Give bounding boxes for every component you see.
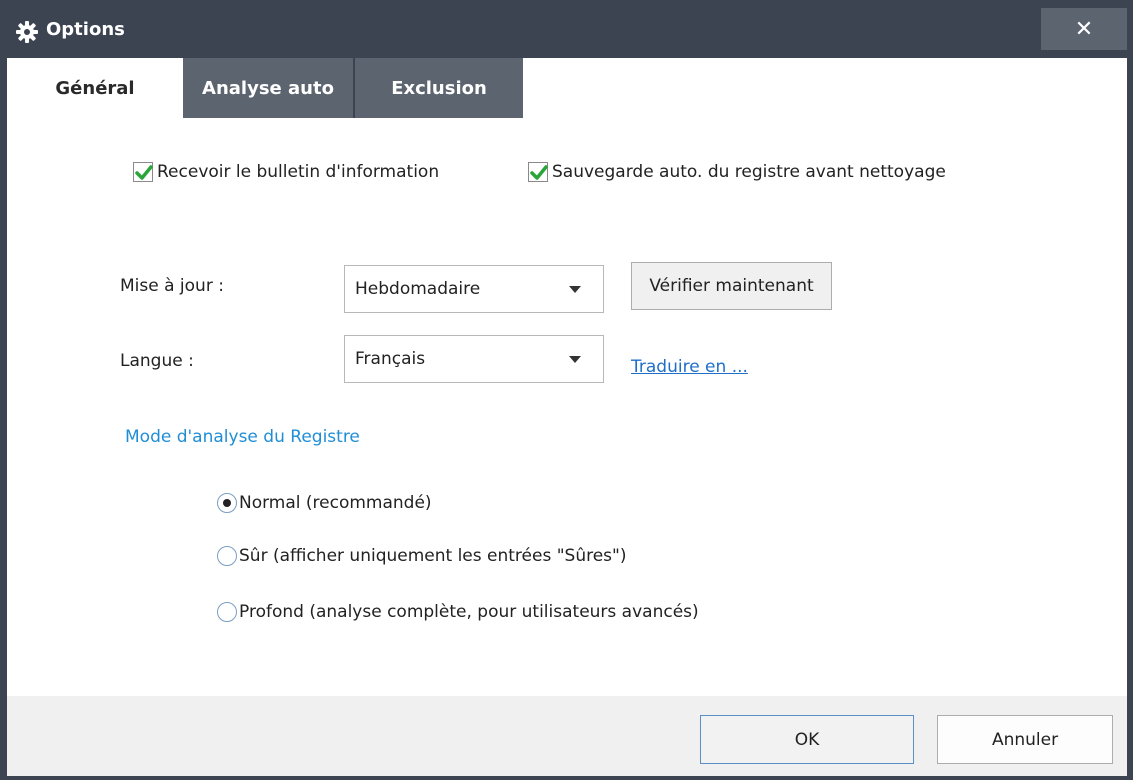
title-bar[interactable]: Options ✕ bbox=[7, 0, 1127, 58]
radio-deep[interactable] bbox=[217, 602, 237, 622]
language-value: Français bbox=[355, 349, 426, 369]
check-now-button[interactable]: Vérifier maintenant bbox=[631, 262, 832, 310]
tab-exclusion[interactable]: Exclusion bbox=[355, 58, 523, 118]
gear-icon bbox=[16, 21, 38, 43]
scan-mode-title: Mode d'analyse du Registre bbox=[125, 427, 360, 447]
checkmark-icon bbox=[530, 165, 548, 180]
update-frequency-select[interactable]: Hebdomadaire bbox=[344, 265, 604, 313]
auto-backup-checkbox-row[interactable]: Sauvegarde auto. du registre avant netto… bbox=[528, 162, 946, 182]
scan-mode-option-deep[interactable]: Profond (analyse complète, pour utilisat… bbox=[217, 602, 699, 622]
update-frequency-value: Hebdomadaire bbox=[355, 279, 481, 299]
tab-general[interactable]: Général bbox=[7, 58, 183, 118]
translate-link[interactable]: Traduire en ... bbox=[631, 357, 748, 377]
scan-mode-deep-label: Profond (analyse complète, pour utilisat… bbox=[239, 602, 699, 622]
radio-safe[interactable] bbox=[217, 546, 237, 566]
newsletter-checkbox[interactable] bbox=[133, 162, 153, 182]
close-icon: ✕ bbox=[1074, 16, 1094, 42]
newsletter-label: Recevoir le bulletin d'information bbox=[157, 162, 440, 182]
tab-auto-scan[interactable]: Analyse auto bbox=[183, 58, 355, 118]
chevron-down-icon bbox=[569, 356, 581, 363]
auto-backup-checkbox[interactable] bbox=[528, 162, 548, 182]
scan-mode-option-safe[interactable]: Sûr (afficher uniquement les entrées "Sû… bbox=[217, 546, 626, 566]
close-button[interactable]: ✕ bbox=[1041, 8, 1127, 50]
window-title: Options bbox=[46, 19, 125, 40]
auto-backup-label: Sauvegarde auto. du registre avant netto… bbox=[552, 162, 946, 182]
checkmark-icon bbox=[135, 165, 153, 180]
radio-normal[interactable] bbox=[217, 493, 237, 513]
newsletter-checkbox-row[interactable]: Recevoir le bulletin d'information bbox=[133, 162, 439, 182]
scan-mode-safe-label: Sûr (afficher uniquement les entrées "Sû… bbox=[239, 546, 627, 566]
ok-button[interactable]: OK bbox=[700, 715, 914, 764]
cancel-button[interactable]: Annuler bbox=[937, 715, 1113, 764]
chevron-down-icon bbox=[569, 286, 581, 293]
update-label: Mise à jour : bbox=[120, 276, 224, 296]
language-select[interactable]: Français bbox=[344, 335, 604, 383]
scan-mode-option-normal[interactable]: Normal (recommandé) bbox=[217, 493, 432, 513]
scan-mode-normal-label: Normal (recommandé) bbox=[239, 493, 432, 513]
options-dialog: Options ✕ Général Analyse auto Exclusion… bbox=[0, 0, 1133, 780]
language-label: Langue : bbox=[120, 351, 194, 371]
